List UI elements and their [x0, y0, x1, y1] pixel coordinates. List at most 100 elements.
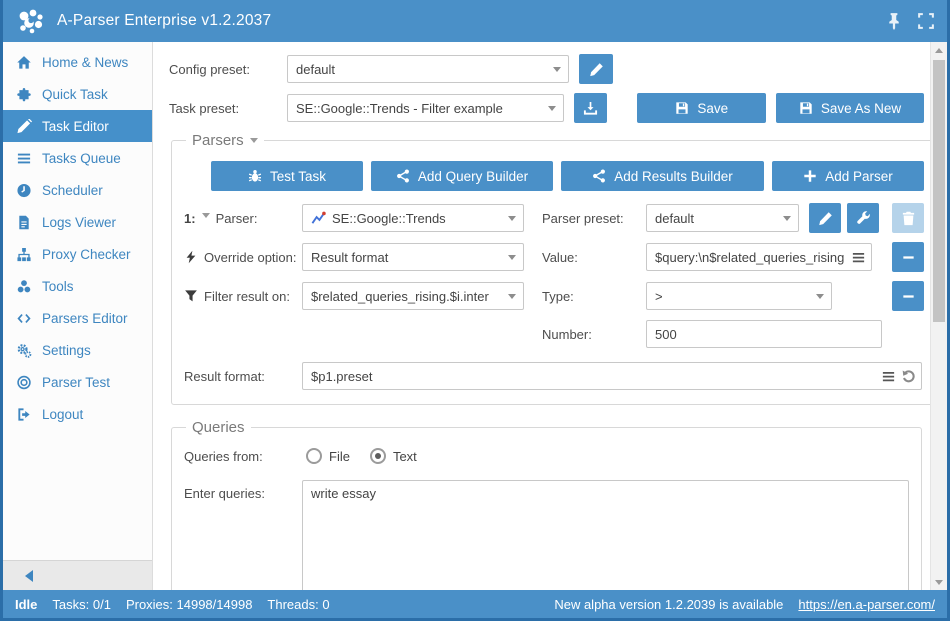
- filter-type-value: >: [655, 288, 663, 304]
- sidebar-item-parsers-editor[interactable]: Parsers Editor: [3, 302, 152, 334]
- sidebar-item-quick-task[interactable]: Quick Task: [3, 78, 152, 110]
- vertical-scrollbar[interactable]: [930, 42, 947, 590]
- queries-textarea[interactable]: write essay: [302, 480, 909, 590]
- enter-queries-label: Enter queries:: [184, 486, 265, 501]
- filter-type-select[interactable]: >: [646, 282, 832, 310]
- save-button[interactable]: Save: [637, 93, 766, 123]
- google-trends-icon: [311, 211, 326, 224]
- chevron-down-icon: [249, 138, 258, 143]
- sidebar-item-proxy-checker[interactable]: Proxy Checker: [3, 238, 152, 270]
- chevron-down-icon: [508, 255, 516, 260]
- chevron-down-icon: [816, 294, 824, 299]
- task-preset-value: SE::Google::Trends - Filter example: [296, 100, 503, 116]
- value-label: Value:: [542, 249, 578, 265]
- save-as-new-button[interactable]: Save As New: [775, 93, 924, 123]
- save-as-new-button-label: Save As New: [820, 100, 902, 116]
- pin-icon[interactable]: [885, 12, 903, 30]
- sidebar-item-logs-viewer[interactable]: Logs Viewer: [3, 206, 152, 238]
- pencil-icon: [589, 62, 603, 76]
- parser-preset-value: default: [655, 210, 695, 226]
- sidebar-item-home-news[interactable]: Home & News: [3, 46, 152, 78]
- chevron-down-icon: [508, 216, 516, 221]
- sidebar-item-tools[interactable]: Tools: [3, 270, 152, 302]
- tools-icon: [16, 278, 33, 294]
- parser-preset-select[interactable]: default: [646, 204, 799, 232]
- document-icon: [16, 214, 33, 230]
- status-bar: Idle Tasks: 0/1 Proxies: 14998/14998 Thr…: [3, 590, 947, 618]
- filter-result-label: Filter result on:: [204, 288, 290, 304]
- sidebar-item-logout[interactable]: Logout: [3, 398, 152, 430]
- a-parser-logo-icon: [19, 9, 43, 34]
- task-preset-select[interactable]: SE::Google::Trends - Filter example: [287, 94, 565, 122]
- remove-filter-button[interactable]: [892, 281, 924, 311]
- list-icon: [16, 150, 33, 166]
- title-bar: A-Parser Enterprise v1.2.2037: [3, 0, 947, 42]
- code-icon: [16, 310, 33, 326]
- parsers-legend-label: Parsers: [192, 132, 244, 149]
- status-proxies: Proxies: 14998/14998: [125, 596, 253, 612]
- chevron-down-icon: [508, 294, 516, 299]
- filter-field-select[interactable]: $related_queries_rising.$i.inter: [302, 282, 524, 310]
- filter-number-input[interactable]: [646, 320, 882, 348]
- filter-field-value: $related_queries_rising.$i.inter: [311, 288, 489, 304]
- config-preset-value: default: [296, 61, 336, 77]
- test-task-button[interactable]: Test Task: [211, 161, 363, 191]
- sidebar-item-task-editor[interactable]: Task Editor: [3, 110, 152, 142]
- add-results-builder-button[interactable]: Add Results Builder: [561, 161, 764, 191]
- undo-icon[interactable]: [901, 369, 916, 384]
- app-window: A-Parser Enterprise v1.2.2037 Home & New…: [0, 0, 950, 621]
- minus-icon: [902, 255, 914, 259]
- delete-parser-button[interactable]: [892, 203, 924, 233]
- result-format-label: Result format:: [184, 368, 265, 384]
- status-threads: Threads: 0: [267, 596, 330, 612]
- logout-icon: [16, 406, 33, 422]
- bug-icon: [248, 170, 262, 182]
- radio-icon: [369, 448, 386, 464]
- parser-select[interactable]: SE::Google::Trends: [302, 204, 524, 232]
- collapse-row-icon[interactable]: [201, 212, 210, 218]
- add-query-builder-button[interactable]: Add Query Builder: [371, 161, 553, 191]
- parser-row-index: 1:: [184, 210, 196, 226]
- fullscreen-icon[interactable]: [917, 12, 935, 30]
- task-editor-panel: Config preset: default Task preset: SE::…: [153, 42, 930, 590]
- parser-options-button[interactable]: [847, 203, 879, 233]
- template-editor-icon[interactable]: [881, 369, 896, 384]
- add-parser-label: Add Parser: [825, 168, 893, 184]
- sidebar-item-label: Settings: [42, 342, 91, 358]
- sidebar-item-tasks-queue[interactable]: Tasks Queue: [3, 142, 152, 174]
- sidebar-item-scheduler[interactable]: Scheduler: [3, 174, 152, 206]
- sidebar-item-settings[interactable]: Settings: [3, 334, 152, 366]
- scroll-down-button[interactable]: [931, 574, 947, 590]
- status-state: Idle: [15, 596, 38, 612]
- result-format-input[interactable]: [302, 362, 922, 390]
- sidebar-item-label: Tools: [42, 278, 74, 294]
- chevron-down-icon: [553, 67, 561, 72]
- remove-override-button[interactable]: [892, 242, 924, 272]
- scroll-up-button[interactable]: [931, 42, 947, 58]
- queries-from-text-radio[interactable]: Text: [369, 448, 417, 464]
- sidebar-item-label: Scheduler: [42, 182, 103, 198]
- radio-icon: [306, 448, 322, 464]
- filter-icon: [184, 289, 198, 303]
- sidebar-collapse-button[interactable]: [3, 560, 152, 590]
- triangle-up-icon: [935, 47, 943, 53]
- edit-parser-preset-button[interactable]: [809, 203, 841, 233]
- override-option-select[interactable]: Result format: [302, 243, 524, 271]
- queries-from-file-radio[interactable]: File: [306, 448, 350, 464]
- override-option-label: Override option:: [204, 249, 297, 265]
- config-preset-select[interactable]: default: [287, 55, 569, 83]
- update-link[interactable]: https://en.a-parser.com/: [798, 597, 935, 612]
- load-task-preset-button[interactable]: [574, 93, 608, 123]
- add-parser-button[interactable]: Add Parser: [772, 161, 924, 191]
- scrollbar-thumb[interactable]: [933, 60, 945, 322]
- sidebar-item-parser-test[interactable]: Parser Test: [3, 366, 152, 398]
- override-value-input[interactable]: [646, 243, 872, 271]
- filter-type-label: Type:: [542, 288, 574, 304]
- add-query-builder-label: Add Query Builder: [417, 168, 529, 184]
- wrench-icon: [856, 210, 870, 224]
- triangle-down-icon: [935, 579, 943, 585]
- chevron-down-icon: [783, 216, 791, 221]
- parsers-legend[interactable]: Parsers: [186, 132, 264, 149]
- template-editor-icon[interactable]: [851, 250, 866, 265]
- edit-config-preset-button[interactable]: [579, 54, 613, 84]
